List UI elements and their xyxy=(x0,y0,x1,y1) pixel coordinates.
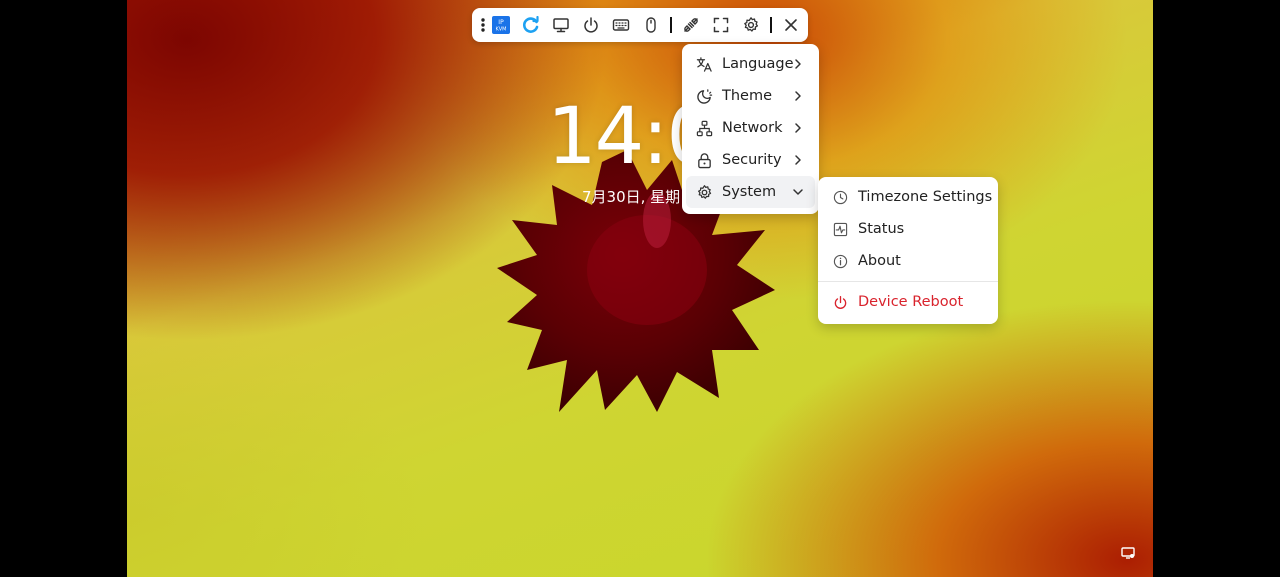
clock-icon xyxy=(831,188,849,206)
toolbar-separator xyxy=(770,17,772,33)
device-reboot-label: Device Reboot xyxy=(858,294,964,310)
theme-icon xyxy=(695,87,713,105)
toolbar-separator xyxy=(670,17,672,33)
menu-item-label: Language xyxy=(722,56,794,72)
chevron-down-icon xyxy=(793,189,803,195)
submenu-item-label: Status xyxy=(858,221,905,237)
menu-item-label: Theme xyxy=(722,88,773,104)
submenu-divider xyxy=(818,281,998,282)
info-icon xyxy=(831,252,849,270)
svg-text:IP: IP xyxy=(498,19,504,26)
more-vertical-icon[interactable] xyxy=(474,15,492,35)
submenu-item-label: Timezone Settings xyxy=(858,189,993,205)
remote-desktop-screen[interactable]: 14:0 7月30日, 星期 xyxy=(127,0,1153,577)
submenu-item-about[interactable]: About xyxy=(822,245,994,277)
kvm-logo-icon[interactable]: IP KVM xyxy=(491,15,511,35)
chevron-right-icon xyxy=(795,59,801,69)
network-icon xyxy=(695,119,713,137)
gear-icon[interactable] xyxy=(741,15,761,35)
remote-display-icon[interactable] xyxy=(1121,546,1135,560)
device-reboot-button[interactable]: Device Reboot xyxy=(822,286,994,318)
language-icon xyxy=(695,55,713,73)
gear-icon xyxy=(695,183,713,201)
menu-item-theme[interactable]: Theme xyxy=(686,80,815,112)
submenu-item-status[interactable]: Status xyxy=(822,213,994,245)
keyboard-icon[interactable] xyxy=(611,15,631,35)
chevron-right-icon xyxy=(795,123,801,133)
disconnect-icon[interactable] xyxy=(681,15,701,35)
svg-text:KVM: KVM xyxy=(495,27,506,33)
submenu-item-label: About xyxy=(858,253,901,269)
menu-item-language[interactable]: Language xyxy=(686,48,815,80)
kvm-toolbar: IP KVM xyxy=(472,8,808,42)
system-submenu: Timezone Settings Status About Device Re… xyxy=(818,177,998,324)
menu-item-label: Security xyxy=(722,152,782,168)
mouse-icon[interactable] xyxy=(641,15,661,35)
lock-icon xyxy=(695,151,713,169)
activity-icon xyxy=(831,220,849,238)
settings-menu: Language Theme Network Security System xyxy=(682,44,819,214)
chevron-right-icon xyxy=(795,155,801,165)
power-icon[interactable] xyxy=(581,15,601,35)
menu-item-system[interactable]: System xyxy=(686,176,815,208)
monitor-icon[interactable] xyxy=(551,15,571,35)
close-icon[interactable] xyxy=(781,15,801,35)
menu-item-label: Network xyxy=(722,120,783,136)
chevron-right-icon xyxy=(795,91,801,101)
submenu-item-timezone-settings[interactable]: Timezone Settings xyxy=(822,181,994,213)
power-icon xyxy=(831,293,849,311)
refresh-icon[interactable] xyxy=(521,15,541,35)
menu-item-network[interactable]: Network xyxy=(686,112,815,144)
fullscreen-icon[interactable] xyxy=(711,15,731,35)
menu-item-security[interactable]: Security xyxy=(686,144,815,176)
menu-item-label: System xyxy=(722,184,777,200)
